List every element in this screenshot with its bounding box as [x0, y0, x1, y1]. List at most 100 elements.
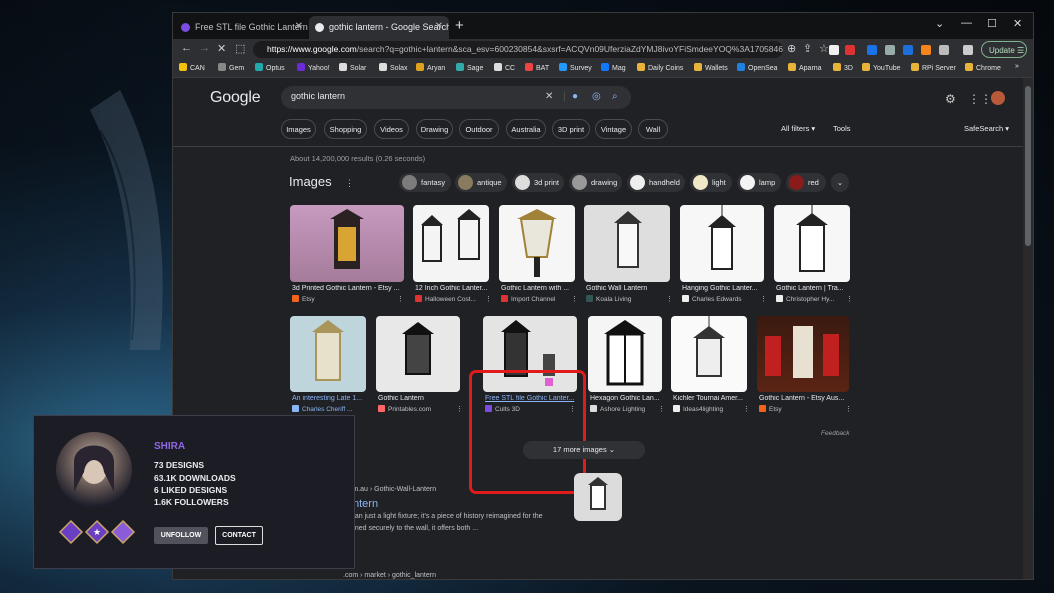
refine-chip[interactable]: antique: [455, 173, 507, 192]
bookmark-item[interactable]: Sage: [456, 63, 483, 72]
result-thumbnail[interactable]: [757, 316, 849, 392]
image-result[interactable]: Hanging Gothic Lanter... Charles Edwards…: [680, 205, 767, 309]
feedback-link[interactable]: Feedback: [821, 430, 850, 437]
image-result[interactable]: An interesting Late 1... Charles Cheriff…: [290, 316, 368, 420]
result-thumbnail[interactable]: [680, 205, 764, 282]
tab-search-icon[interactable]: ⌄: [935, 17, 944, 30]
url-field[interactable]: https://www.google.com/search?q=gothic+l…: [253, 41, 783, 58]
more-options-icon[interactable]: ⋮: [658, 405, 665, 413]
bookmark-item[interactable]: CC: [494, 63, 515, 72]
images-more-icon[interactable]: ⋮: [345, 178, 354, 189]
bookmark-item[interactable]: CAN: [179, 63, 205, 72]
result-title[interactable]: An interesting Late 1...: [292, 395, 368, 402]
bookmark-folder[interactable]: Aparna: [788, 63, 822, 72]
extension-icon[interactable]: [885, 45, 895, 55]
more-options-icon[interactable]: ⋮: [397, 295, 404, 303]
tools-button[interactable]: Tools: [833, 124, 851, 133]
refine-chip[interactable]: lamp: [737, 173, 781, 192]
result-title[interactable]: Hanging Gothic Lanter...: [682, 285, 764, 292]
update-button[interactable]: Update ☰: [981, 41, 1027, 58]
settings-gear-icon[interactable]: ⚙: [945, 92, 956, 106]
result-thumbnail[interactable]: [290, 316, 366, 392]
filter-chip[interactable]: Shopping: [324, 119, 367, 139]
forward-icon[interactable]: →: [199, 42, 210, 54]
back-icon[interactable]: ←: [181, 42, 192, 54]
sidebar-icon[interactable]: [963, 45, 973, 55]
bookmark-item[interactable]: BAT: [525, 63, 549, 72]
share-icon[interactable]: ⇪: [803, 42, 812, 55]
search-box[interactable]: gothic lantern ✕ | ● ◎ ⌕: [281, 86, 631, 109]
image-result[interactable]: Gothic Lantern Printables.com ⋮: [376, 316, 463, 420]
bookmark-item[interactable]: Yahoo!: [297, 63, 330, 72]
extension-translate-icon[interactable]: [867, 45, 877, 55]
result-thumbnail[interactable]: [290, 205, 404, 282]
result-thumbnail[interactable]: [376, 316, 460, 392]
bookmark-folder[interactable]: Wallets: [694, 63, 728, 72]
brave-shield-icon[interactable]: [829, 45, 839, 55]
result-thumbnail[interactable]: [413, 205, 489, 282]
result-title[interactable]: Gothic Lantern with ...: [501, 285, 577, 292]
result-breadcrumb[interactable]: .com.au › Gothic-Wall-Lantern: [343, 486, 436, 493]
result-breadcrumb[interactable]: .com › market › gothic_lantern: [343, 572, 436, 579]
google-logo[interactable]: Google: [210, 89, 261, 107]
more-options-icon[interactable]: ⋮: [760, 295, 767, 303]
maximize-icon[interactable]: ☐: [987, 17, 997, 30]
scrollbar[interactable]: [1023, 78, 1033, 579]
voice-search-icon[interactable]: ●: [572, 91, 578, 102]
image-result[interactable]: Hexagon Gothic Lan... Ashore Lighting ⋮: [588, 316, 665, 420]
image-result[interactable]: Gothic Lantern | Tra... Christopher Hy..…: [774, 205, 853, 309]
bookmark-folder[interactable]: RPi Server: [911, 63, 956, 72]
stop-icon[interactable]: ✕: [217, 42, 226, 55]
result-title[interactable]: 12 Inch Gothic Lanter...: [415, 285, 491, 292]
image-result[interactable]: Kichler Tournai Amer... Ideas4lighting ⋮: [671, 316, 750, 420]
result-title[interactable]: Gothic Wall Lantern: [586, 285, 672, 292]
bookmark-page-icon[interactable]: ⬚: [235, 42, 245, 55]
metamask-icon[interactable]: [921, 45, 931, 55]
filter-chip[interactable]: Vintage: [595, 119, 632, 139]
close-tab-icon[interactable]: ✕: [295, 21, 303, 32]
all-filters-dropdown[interactable]: All filters ▾: [781, 124, 815, 133]
more-options-icon[interactable]: ⋮: [456, 405, 463, 413]
more-images-button[interactable]: 17 more images ⌄: [523, 441, 645, 459]
more-options-icon[interactable]: ⋮: [485, 295, 492, 303]
more-options-icon[interactable]: ⋮: [845, 405, 852, 413]
refine-chip[interactable]: 3d print: [512, 173, 564, 192]
refine-chip[interactable]: fantasy: [399, 173, 451, 192]
result-thumbnail[interactable]: [671, 316, 747, 392]
contact-button[interactable]: CONTACT: [215, 526, 263, 545]
scrollbar-thumb[interactable]: [1025, 86, 1031, 246]
bookmark-item[interactable]: Gem: [218, 63, 244, 72]
result-title[interactable]: Gothic Lantern | Tra...: [776, 285, 852, 292]
image-result[interactable]: 3d Printed Gothic Lantern - Etsy ... Ets…: [290, 205, 405, 309]
search-input[interactable]: gothic lantern: [291, 91, 345, 101]
result-thumbnail[interactable]: [499, 205, 575, 282]
more-options-icon[interactable]: ⋮: [743, 405, 750, 413]
result-thumbnail[interactable]: [774, 205, 850, 282]
bookmark-item[interactable]: Solax: [379, 63, 408, 72]
more-options-icon[interactable]: ⋮: [571, 295, 578, 303]
refine-chip[interactable]: red: [786, 173, 826, 192]
result-title[interactable]: Kichler Tournai Amer...: [673, 395, 749, 402]
result-title[interactable]: 3d Printed Gothic Lantern - Etsy ...: [292, 285, 402, 292]
extensions-puzzle-icon[interactable]: [939, 45, 949, 55]
brave-rewards-icon[interactable]: [845, 45, 855, 55]
filter-chip[interactable]: Wall: [638, 119, 668, 139]
chips-expand-icon[interactable]: ⌄: [831, 173, 849, 192]
close-tab-icon[interactable]: ✕: [435, 21, 443, 32]
image-result[interactable]: Gothic Wall Lantern Koala Living ⋮: [584, 205, 673, 309]
refine-chip[interactable]: light: [690, 173, 732, 192]
result-title[interactable]: Hexagon Gothic Lan...: [590, 395, 662, 402]
result-title-link[interactable]: ntern: [353, 498, 378, 510]
close-window-icon[interactable]: ✕: [1013, 17, 1022, 30]
bookmark-item[interactable]: Aryan: [416, 63, 445, 72]
image-result[interactable]: 12 Inch Gothic Lanter... Halloween Cost.…: [413, 205, 492, 309]
bookmark-folder[interactable]: Daily Coins: [637, 63, 683, 72]
filter-chip[interactable]: Drawing: [416, 119, 453, 139]
bookmark-folder[interactable]: YouTube: [862, 63, 901, 72]
minimize-icon[interactable]: —: [961, 17, 972, 29]
extension-icon[interactable]: [903, 45, 913, 55]
bookmark-item[interactable]: Solar: [339, 63, 366, 72]
result-thumbnail[interactable]: [588, 316, 662, 392]
apps-grid-icon[interactable]: ⋮⋮: [968, 92, 992, 106]
more-bookmarks-icon[interactable]: »: [1015, 63, 1019, 70]
